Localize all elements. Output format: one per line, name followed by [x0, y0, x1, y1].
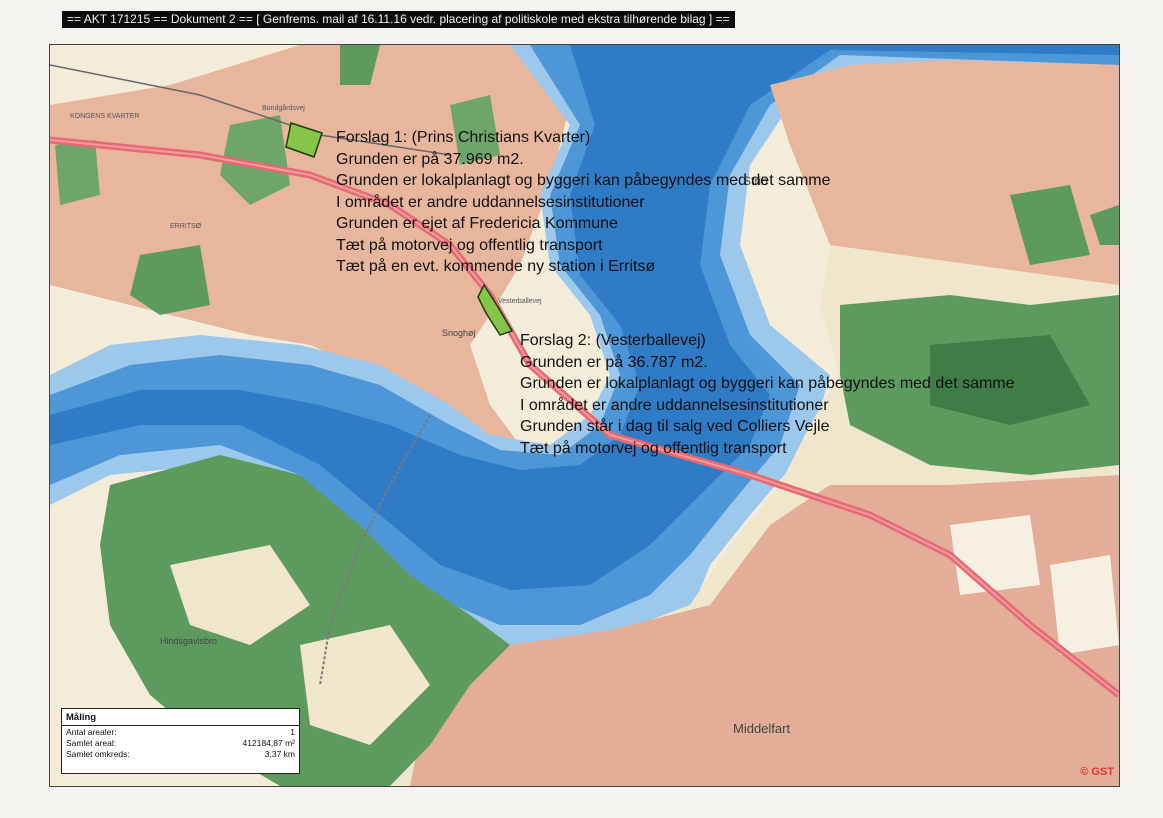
- road-vesterballevej: Vesterballevej: [498, 298, 542, 305]
- copyright-label: © GST: [1080, 766, 1114, 778]
- legend-label: Antal arealer:: [66, 727, 117, 737]
- proposal-1-annotation: Forslag 1: (Prins Christians Kvarter) Gr…: [336, 127, 831, 278]
- map[interactable]: Strib Middelfart Snoghøj Hindsgavlsbro K…: [49, 44, 1120, 787]
- forest-patch: [55, 140, 100, 205]
- legend-row: Samlet areal: 412184,87 m²: [62, 737, 299, 748]
- place-hindsgavl: Hindsgavlsbro: [160, 636, 218, 646]
- legend-label: Samlet areal:: [66, 738, 117, 748]
- legend-value: 412184,87 m²: [242, 738, 295, 748]
- forest-patch: [950, 515, 1040, 595]
- proposal-1-line: Grunden er lokalplanlagt og byggeri kan …: [336, 172, 831, 189]
- proposal-1-line: Tæt på en evt. kommende ny station i Err…: [336, 258, 656, 275]
- road-bundgaarden: Bundgårdsvej: [262, 105, 305, 112]
- proposal-2-line: Tæt på motorvej og offentlig transport: [520, 439, 787, 457]
- place-snoghoj: Snoghøj: [442, 328, 476, 338]
- legend-value: 1: [290, 727, 295, 737]
- proposal-1-line: Grunden er ejet af Fredericia Kommune: [336, 215, 618, 232]
- legend-title: Måling: [62, 709, 299, 726]
- proposal-2-line: Forslag 2: (Vesterballevej): [520, 332, 706, 349]
- document-header: == AKT 171215 == Dokument 2 == [ Genfrem…: [62, 11, 735, 28]
- proposal-1-line: Grunden er på 37.969 m2.: [336, 150, 524, 168]
- proposal-2-line: Grunden står i dag til salg ved Colliers…: [520, 418, 830, 435]
- proposal-1-line: Tæt på motorvej og offentlig transport: [336, 236, 603, 254]
- legend-row: Samlet omkreds: 3,37 km: [62, 748, 299, 759]
- proposal-2-line: Grunden er lokalplanlagt og byggeri kan …: [520, 375, 1015, 392]
- legend-value: 3,37 km: [264, 749, 295, 759]
- proposal-1-line: I området er andre uddannelsesinstitutio…: [336, 193, 645, 211]
- proposal-2-line: Grunden er på 36.787 m2.: [520, 353, 708, 371]
- proposal-2-annotation: Forslag 2: (Vesterballevej) Grunden er p…: [520, 330, 1015, 459]
- measurement-legend: Måling Antal arealer: 1 Samlet areal: 41…: [61, 708, 300, 774]
- legend-label: Samlet omkreds:: [66, 749, 130, 759]
- place-kongens-kvarter: KONGENS KVARTER: [70, 113, 140, 120]
- proposal-1-line: Forslag 1: (Prins Christians Kvarter): [336, 129, 591, 146]
- legend-row: Antal arealer: 1: [62, 726, 299, 737]
- forest-patch: [1050, 555, 1119, 655]
- place-erritso: ERRITSØ: [170, 223, 202, 230]
- proposal-2-line: I området er andre uddannelsesinstitutio…: [520, 396, 829, 414]
- place-middelfart: Middelfart: [733, 721, 791, 736]
